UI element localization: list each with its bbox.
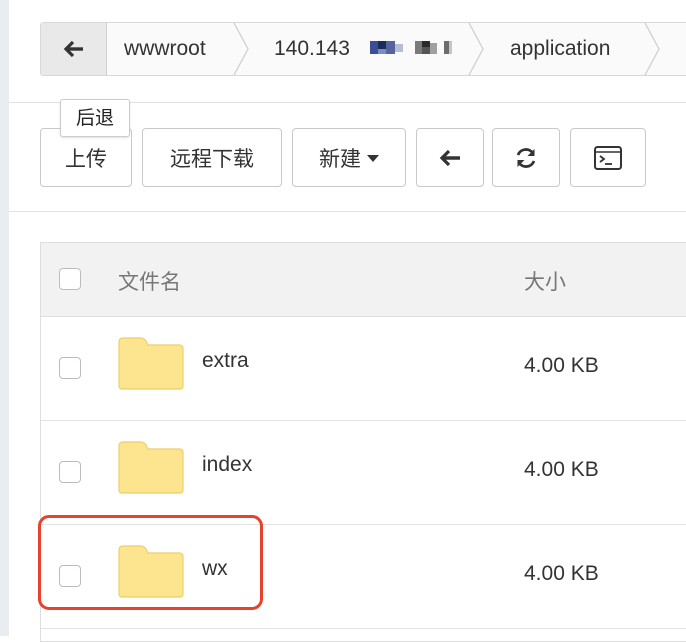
row-checkbox[interactable]	[59, 461, 81, 483]
file-name[interactable]: extra	[202, 349, 249, 373]
new-dropdown-button[interactable]: 新建	[292, 128, 406, 187]
left-rail	[0, 0, 9, 636]
folder-icon	[118, 441, 184, 494]
remote-download-label: 远程下载	[170, 146, 254, 171]
breadcrumb-separator	[468, 23, 484, 75]
breadcrumb-separator	[233, 23, 249, 75]
table-row[interactable]: extra 4.00 KB	[41, 316, 686, 421]
row-checkbox[interactable]	[59, 565, 81, 587]
divider	[9, 211, 686, 212]
column-header-filename[interactable]: 文件名	[118, 266, 181, 296]
file-name[interactable]: wx	[202, 557, 228, 581]
table-row[interactable]: wx 4.00 KB	[41, 524, 686, 629]
caret-down-icon	[367, 155, 379, 162]
table-row[interactable]: index 4.00 KB	[41, 420, 686, 525]
folder-icon	[118, 337, 184, 390]
new-label: 新建	[319, 146, 361, 171]
column-header-size[interactable]: 大小	[524, 266, 566, 296]
table-header: 文件名 大小	[41, 243, 686, 317]
arrow-left-icon	[439, 149, 460, 166]
refresh-icon	[516, 147, 536, 168]
redacted-ip-mosaic	[370, 41, 452, 54]
breadcrumb: wwwroot 140.143 application	[40, 22, 686, 76]
file-name[interactable]: index	[202, 453, 252, 477]
arrow-left-icon	[63, 40, 83, 58]
row-checkbox[interactable]	[59, 357, 81, 379]
back-tooltip: 后退	[60, 99, 130, 137]
file-table: 文件名 大小 extra 4.00 KB index 4.00 KB wx 4.…	[40, 242, 686, 642]
terminal-icon	[594, 145, 622, 170]
terminal-button[interactable]	[570, 128, 646, 187]
file-size: 4.00 KB	[524, 458, 599, 481]
remote-download-button[interactable]: 远程下载	[142, 128, 282, 187]
back-button[interactable]	[416, 128, 484, 187]
breadcrumb-separator	[644, 23, 660, 75]
refresh-button[interactable]	[492, 128, 560, 187]
upload-label: 上传	[65, 146, 107, 171]
folder-icon	[118, 545, 184, 598]
breadcrumb-item-host[interactable]: 140.143	[274, 23, 360, 75]
breadcrumb-item-application[interactable]: application	[510, 23, 610, 75]
select-all-checkbox[interactable]	[59, 268, 81, 290]
breadcrumb-item-wwwroot[interactable]: wwwroot	[124, 23, 206, 75]
breadcrumb-back-button[interactable]	[41, 23, 107, 75]
file-size: 4.00 KB	[524, 354, 599, 377]
file-size: 4.00 KB	[524, 562, 599, 585]
